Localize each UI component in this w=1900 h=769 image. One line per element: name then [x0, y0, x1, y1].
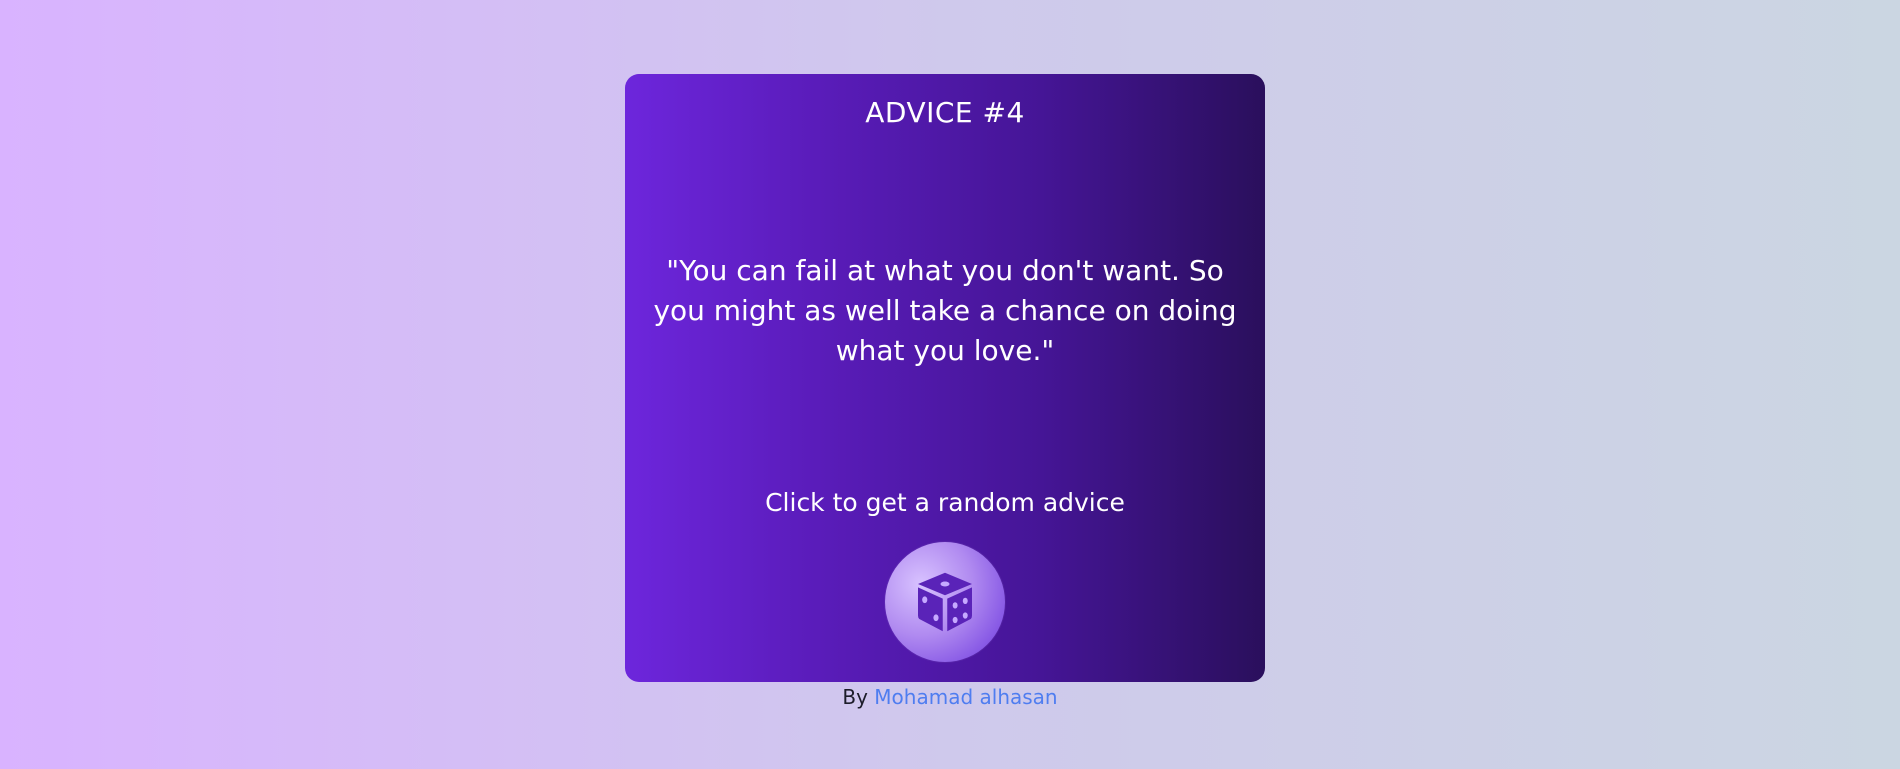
- advice-quote: "You can fail at what you don't want. So…: [653, 254, 1237, 367]
- dice-icon: [918, 572, 972, 632]
- random-advice-prompt: Click to get a random advice: [765, 488, 1125, 517]
- advice-card: ADVICE #4 "You can fail at what you don'…: [625, 74, 1265, 682]
- random-advice-button[interactable]: [885, 542, 1005, 662]
- advice-title: ADVICE #4: [865, 96, 1025, 129]
- footer-credit: By Mohamad alhasan: [0, 684, 1900, 710]
- footer-by-label: By: [842, 685, 868, 709]
- author-link[interactable]: Mohamad alhasan: [874, 685, 1057, 709]
